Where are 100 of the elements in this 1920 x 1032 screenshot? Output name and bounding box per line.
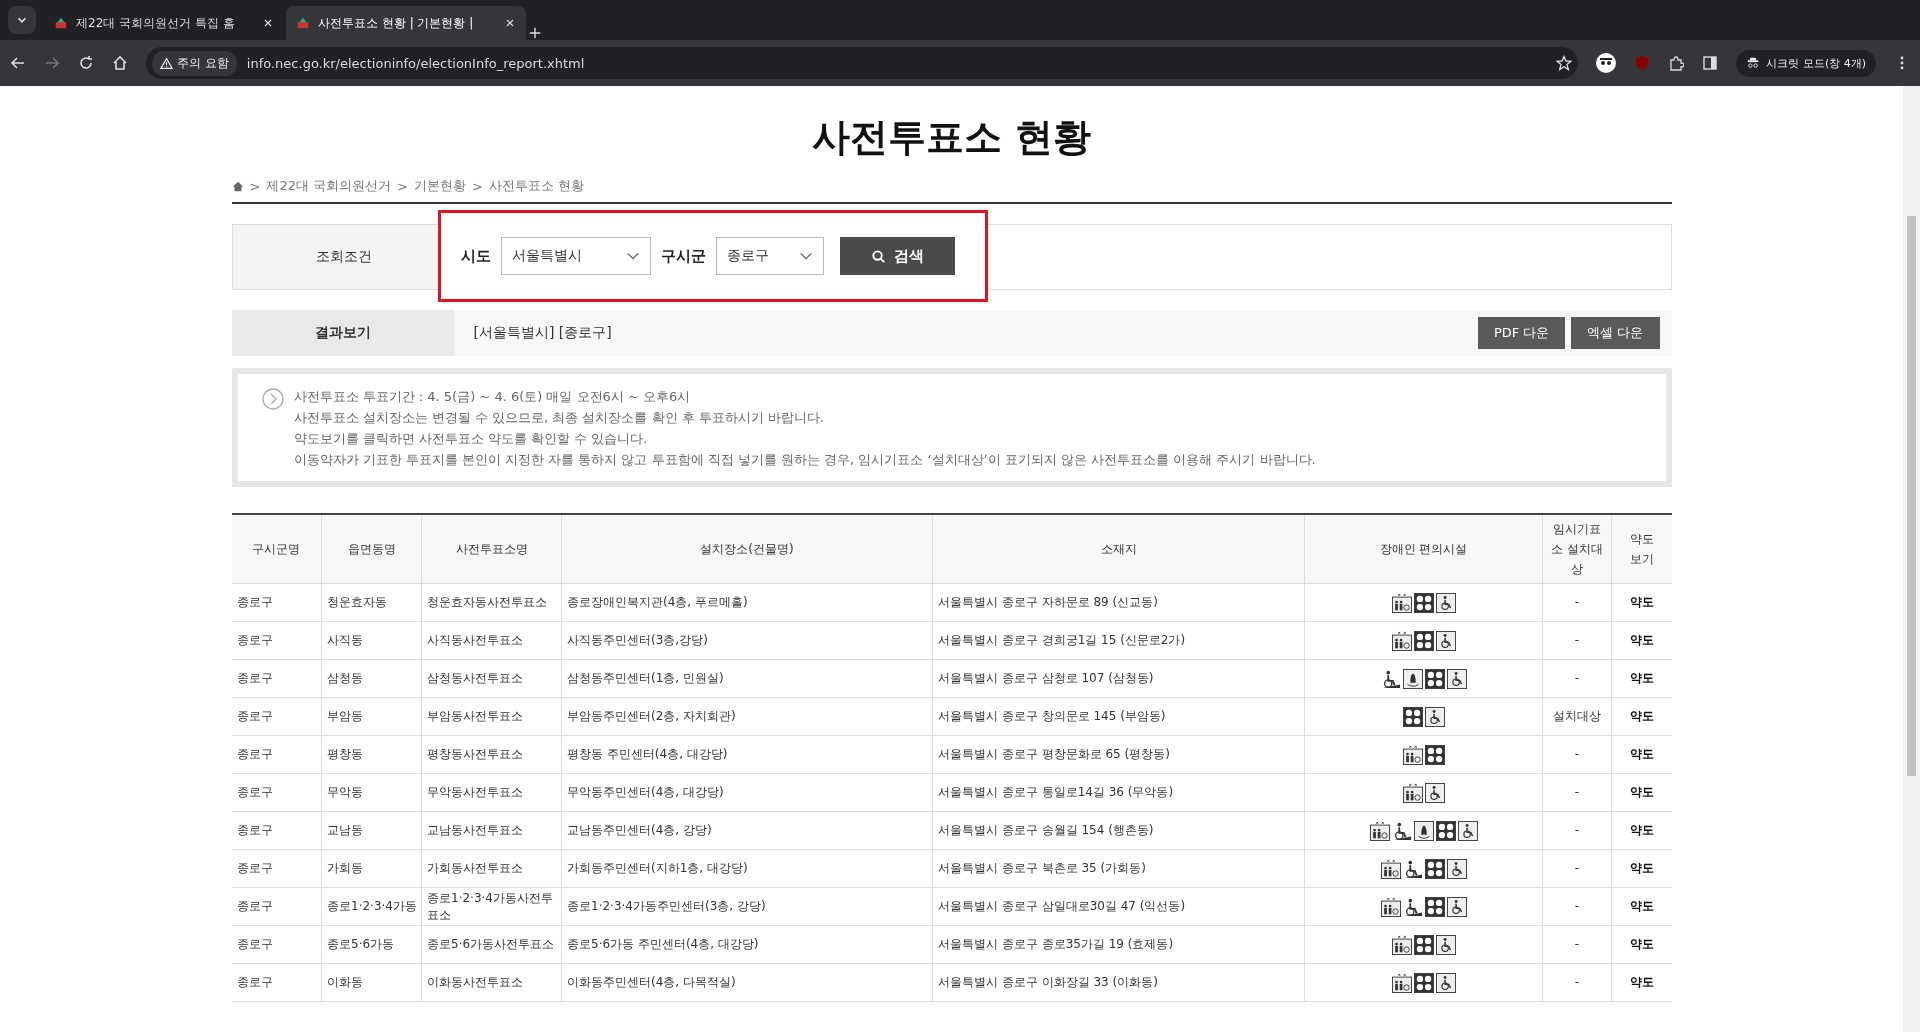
elevator-icon: [1380, 858, 1401, 879]
column-header: 읍면동명: [321, 514, 422, 584]
table-cell: 서울특별시 종로구 북촌로 35 (가회동): [932, 849, 1305, 888]
elevator-icon: [1391, 972, 1412, 993]
braille-block-icon: [1402, 706, 1423, 727]
side-panel-icon[interactable]: [1702, 55, 1719, 71]
table-cell: 종로구: [231, 811, 322, 850]
url-text[interactable]: info.nec.go.kr/electioninfo/electionInfo_report.xhtml: [246, 55, 1547, 71]
table-cell: 무악동사전투표소: [421, 773, 562, 812]
column-header: 임시기표소 설치대상: [1542, 514, 1612, 584]
braille-block-icon: [1435, 820, 1456, 841]
table-cell: 무악동: [321, 773, 422, 812]
table-cell: 서울특별시 종로구 창의문로 145 (부암동): [932, 697, 1305, 736]
braille-block-icon: [1424, 896, 1445, 917]
scrollbar-thumb[interactable]: [1907, 216, 1916, 776]
breadcrumb-link[interactable]: 사전투표소 현황: [488, 177, 585, 195]
column-header: 사전투표소명: [421, 514, 562, 584]
table-cell: 부암동주민센터(2층, 자치회관): [561, 697, 933, 736]
table-cell: 종로5·6가동: [321, 925, 422, 964]
table-cell: 종로5·6가동 주민센터(4층, 대강당): [561, 925, 933, 964]
ballot-box-icon: [296, 16, 310, 30]
table-cell: 무악동주민센터(4층, 대강당): [561, 773, 933, 812]
elevator-icon: [1369, 820, 1390, 841]
breadcrumb-link[interactable]: 제22대 국회의원선거: [266, 177, 392, 195]
incognito-label: 시크릿 모드(창 4개): [1766, 55, 1866, 71]
table-cell: 서울특별시 종로구 이화장길 33 (이화동): [932, 963, 1305, 1002]
home-icon[interactable]: [112, 55, 128, 71]
bookmark-star-icon[interactable]: [1556, 55, 1573, 71]
table-cell: 서울특별시 종로구 자하문로 89 (신교동): [932, 583, 1305, 622]
download-button[interactable]: 엑셀 다운: [1571, 317, 1660, 349]
notice-text: 약도보기를 클릭하면 사전투표소 약도를 확인할 수 있습니다.: [293, 430, 649, 448]
table-cell: 종로구: [231, 849, 322, 888]
braille-block-icon: [1413, 592, 1434, 613]
breadcrumb-link[interactable]: 기본현황: [414, 177, 466, 195]
table-cell: 사직동주민센터(3층,강당): [561, 621, 933, 660]
download-button[interactable]: PDF 다운: [1477, 317, 1566, 349]
table-cell: -: [1542, 659, 1612, 698]
braille-block-icon: [1424, 668, 1445, 689]
puzzle-icon[interactable]: [1668, 55, 1685, 71]
braille-block-icon: [1424, 744, 1445, 765]
table-cell: 서울특별시 종로구 종로35가길 19 (효제동): [932, 925, 1305, 964]
table-cell: 종로구: [231, 697, 322, 736]
table-cell: 삼청동사전투표소: [421, 659, 562, 698]
table-cell: -: [1542, 583, 1612, 622]
braille-block-icon: [1424, 858, 1445, 879]
browser-tab[interactable]: 사전투표소 현황 | 기본현황 |: [286, 6, 526, 40]
elevator-icon: [1402, 744, 1423, 765]
table-cell: -: [1542, 735, 1612, 774]
region-dropdown[interactable]: 서울특별시: [500, 237, 651, 275]
column-header: 장애인 편의시설: [1304, 514, 1543, 584]
table-cell: 교남동주민센터(4층, 강당): [561, 811, 933, 850]
table-cell: -: [1542, 621, 1612, 660]
braille-block-icon: [1413, 972, 1434, 993]
table-cell: 서울특별시 종로구 통일로14길 36 (무악동): [932, 773, 1305, 812]
table-cell: 서울특별시 종로구 삼일대로30길 47 (익선동): [932, 887, 1305, 926]
forward-icon[interactable]: [44, 55, 60, 71]
table-cell: 종로1·2·3·4가동사전투표소: [421, 887, 562, 926]
incognito-avatar-icon[interactable]: [1596, 53, 1617, 73]
column-header: 소재지: [932, 514, 1305, 584]
incognito-indicator[interactable]: 시크릿 모드(창 4개): [1736, 49, 1876, 77]
table-cell: 평창동사전투표소: [421, 735, 562, 774]
back-icon[interactable]: [10, 55, 26, 71]
table-cell: 서울특별시 종로구 삼청로 107 (삼청동): [932, 659, 1305, 698]
table-cell: -: [1542, 773, 1612, 812]
wheelchair-icon: [1435, 972, 1456, 993]
table-cell: 청운효자동사전투표소: [421, 583, 562, 622]
region-dropdown[interactable]: 종로구: [715, 237, 824, 275]
table-cell: 이화동사전투표소: [421, 963, 562, 1002]
close-icon[interactable]: [504, 17, 516, 29]
browser-tab[interactable]: 제22대 국회의원선거 특집 홈: [44, 6, 284, 40]
wheelchair-icon: [1446, 896, 1467, 917]
result-summary: [서울특별시] [종로구]: [472, 324, 613, 342]
new-tab-icon[interactable]: [528, 26, 542, 40]
table-cell: -: [1542, 963, 1612, 1002]
home-icon[interactable]: [231, 180, 244, 192]
braille-block-icon: [1413, 630, 1434, 651]
result-label: 결과보기: [231, 310, 454, 356]
table-cell: 종로구: [231, 925, 322, 964]
security-label: 주의 요함: [177, 54, 229, 72]
wheelchair-icon: [1435, 592, 1456, 613]
search-button[interactable]: 검색: [839, 237, 955, 275]
field-label: 시도: [460, 246, 491, 266]
security-chip[interactable]: 주의 요함: [152, 50, 237, 76]
table-cell: 가회동주민센터(지하1층, 대강당): [561, 849, 933, 888]
field-label: 구시군: [660, 246, 706, 266]
column-header: 약도 보기: [1611, 514, 1672, 584]
breadcrumb-separator: >: [472, 178, 483, 194]
address-bar[interactable]: 주의 요함 info.nec.go.kr/electioninfo/electionInfo_report.xhtml: [146, 47, 1579, 79]
reload-icon[interactable]: [78, 55, 94, 71]
braille-block-icon: [1413, 934, 1434, 955]
table-cell: 종로구: [231, 887, 322, 926]
table-cell: 종로1·2·3·4가동: [321, 887, 422, 926]
table-cell: 설치대상: [1542, 697, 1612, 736]
incognito-icon: [1746, 56, 1761, 70]
close-icon[interactable]: [262, 17, 274, 29]
table-cell: 부암동사전투표소: [421, 697, 562, 736]
wheelchair-icon: [1435, 934, 1456, 955]
bell-icon: [1413, 820, 1434, 841]
table-cell: 종로장애인복지관(4층, 푸르메홀): [561, 583, 933, 622]
ballot-box-icon: [54, 16, 68, 30]
